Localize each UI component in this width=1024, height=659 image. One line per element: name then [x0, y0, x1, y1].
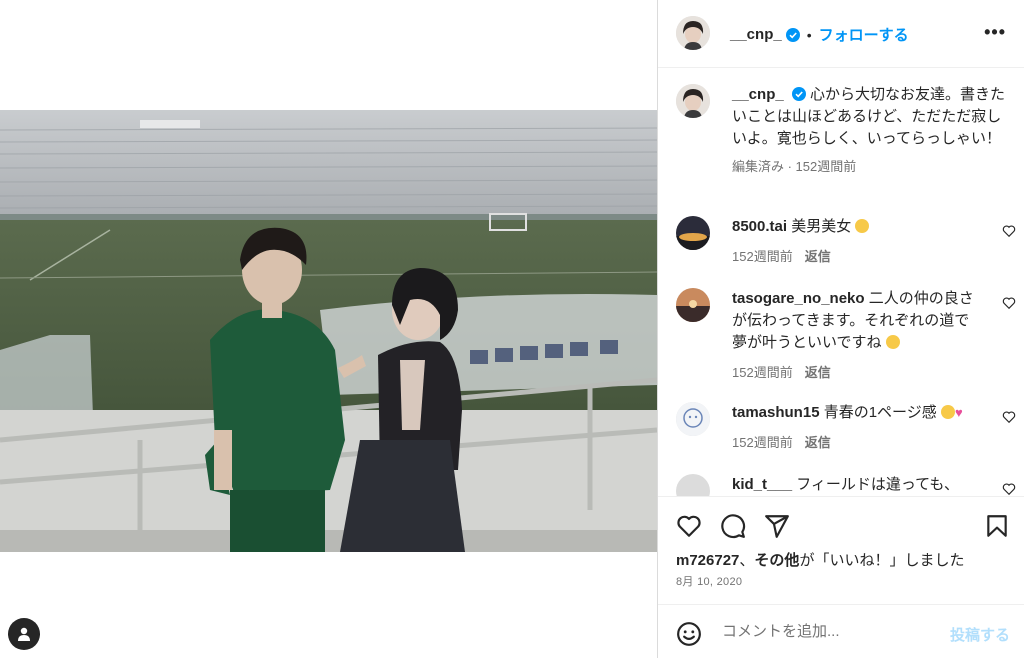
reply-button[interactable]: 返信 — [805, 249, 831, 264]
caption-username[interactable]: __cnp_ — [732, 86, 784, 103]
emoji-icon[interactable] — [676, 621, 702, 647]
comment-username[interactable]: tasogare_no_neko — [732, 290, 865, 307]
avatar[interactable] — [676, 402, 710, 436]
add-comment-bar: 投稿する — [658, 604, 1024, 659]
avatar[interactable] — [676, 288, 710, 322]
comment-username[interactable]: 8500.tai — [732, 218, 787, 235]
post-photo[interactable] — [0, 110, 657, 552]
profile-photo — [676, 216, 710, 250]
comment-input[interactable] — [720, 622, 934, 641]
heart-icon[interactable] — [676, 513, 702, 539]
separator-dot: • — [806, 26, 812, 43]
profile-photo — [676, 402, 710, 436]
likes-suffix: が「いいね！」しました — [799, 552, 965, 569]
avatar[interactable] — [676, 216, 710, 250]
follow-button[interactable]: フォローする — [819, 24, 909, 45]
user-tag-icon — [18, 627, 30, 641]
comment-text: フィールドは違っても、 — [796, 476, 959, 493]
heart-icon[interactable] — [1002, 296, 1016, 310]
profile-photo — [676, 288, 710, 322]
post-comment-button[interactable]: 投稿する — [950, 624, 1010, 645]
avatar[interactable] — [676, 474, 710, 496]
likes-others-link[interactable]: その他 — [754, 552, 799, 569]
comment-text: 青春の1ページ感 — [823, 404, 937, 421]
heart-icon[interactable] — [1002, 482, 1016, 496]
pink-heart-icon: ♥ — [954, 405, 963, 420]
comment-time: 152週間前 — [732, 249, 793, 264]
post-actions: m726727、その他が「いいね！」しました 8月 10, 2020 — [658, 496, 1024, 605]
reply-button[interactable]: 返信 — [805, 365, 831, 380]
verified-badge-icon — [785, 27, 800, 42]
smiling-emoji-icon — [885, 335, 900, 349]
bookmark-icon[interactable] — [984, 513, 1010, 539]
post-sidebar: __cnp_ • フォローする ••• __cnp_ 心から大切なお友達。書きた… — [657, 0, 1024, 658]
comment-username[interactable]: kid_t___ — [732, 476, 792, 493]
heart-icon[interactable] — [1002, 410, 1016, 424]
comments-section[interactable]: __cnp_ 心から大切なお友達。書きたいことは山ほどあるけど、ただただ寂しいよ… — [658, 68, 1024, 496]
post-media — [0, 0, 657, 658]
comment-username[interactable]: tamashun15 — [732, 404, 820, 421]
comment-time: 152週間前 — [732, 435, 793, 450]
more-options-button[interactable]: ••• — [984, 22, 1006, 43]
comment-time: 152週間前 — [732, 365, 793, 380]
comment-text: 美男美女 — [791, 218, 852, 235]
share-icon[interactable] — [764, 513, 790, 539]
caption-meta: 編集済み · 152週間前 — [732, 159, 857, 174]
tagged-users-button[interactable] — [8, 618, 40, 650]
comment-icon[interactable] — [720, 513, 746, 539]
profile-photo — [676, 16, 710, 50]
header-username[interactable]: __cnp_ — [730, 26, 782, 43]
avatar[interactable] — [676, 16, 710, 50]
post-date[interactable]: 8月 10, 2020 — [676, 573, 742, 589]
avatar[interactable] — [676, 84, 710, 118]
post-header: __cnp_ • フォローする ••• — [658, 0, 1024, 68]
caption-text-block: __cnp_ 心から大切なお友達。書きたいことは山ほどあるけど、ただただ寂しいよ… — [732, 84, 1014, 178]
verified-badge-icon — [791, 87, 806, 101]
reply-button[interactable]: 返信 — [805, 435, 831, 450]
likes-summary: m726727、その他が「いいね！」しました — [676, 549, 964, 570]
pleading-emoji-icon — [940, 405, 955, 419]
stadium-photo — [0, 110, 657, 552]
heart-icon[interactable] — [1002, 224, 1016, 238]
liker-username[interactable]: m726727 — [676, 552, 739, 569]
likes-connector: 、 — [739, 552, 755, 569]
profile-photo — [676, 84, 710, 118]
laughing-emoji-icon — [855, 219, 870, 233]
